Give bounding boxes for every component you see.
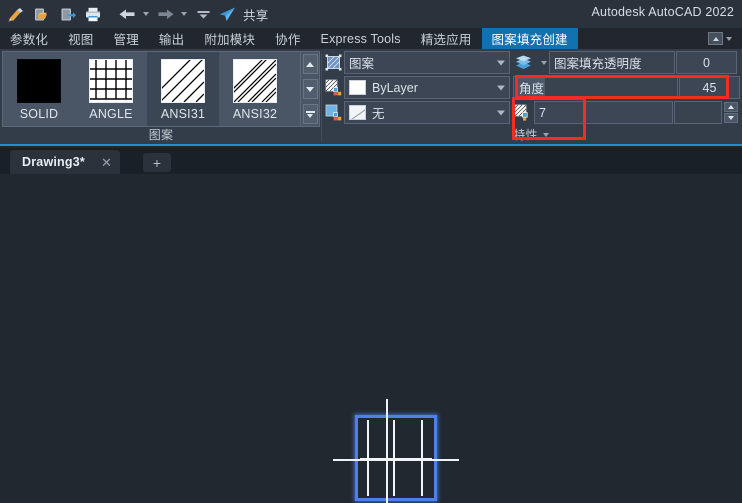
transparency-dropdown-icon[interactable]	[538, 51, 549, 74]
background-color-chip	[349, 105, 366, 120]
properties-row-color: ByLayer 角度 45	[322, 76, 740, 99]
properties-panel: 图案 图案填充透明度 0 ByLayer 角度 45 无 7	[322, 51, 740, 127]
tab-view[interactable]: 视图	[58, 28, 103, 49]
hatch-type-icon	[322, 51, 344, 74]
tab-output[interactable]: 输出	[149, 28, 194, 49]
ansi31-pattern-icon	[161, 59, 205, 103]
hatch-color-value: ByLayer	[372, 80, 418, 95]
app-title: Autodesk AutoCAD 2022	[591, 5, 734, 19]
pattern-swatch-list: SOLID ANGLE ANSI31 ANSI32	[3, 52, 300, 126]
hatch-scale-decrease-button[interactable]	[724, 113, 738, 123]
title-bar: 共享 Autodesk AutoCAD 2022	[0, 0, 742, 28]
hatch-color-dropdown[interactable]: ByLayer	[344, 76, 510, 99]
properties-row-background: 无 7	[322, 101, 740, 124]
pattern-expand-gallery-button[interactable]	[302, 104, 318, 124]
crosshair-vertical	[386, 399, 388, 503]
crosshair-horizontal	[333, 459, 459, 461]
pattern-swatch-angle[interactable]: ANGLE	[75, 52, 147, 126]
open-drawing-icon[interactable]	[28, 2, 54, 26]
tab-collaborate[interactable]: 协作	[265, 28, 310, 49]
pattern-scroll-up-button[interactable]	[302, 54, 318, 74]
minimize-ribbon-icon	[708, 32, 723, 45]
ribbon-panels: SOLID ANGLE ANSI31 ANSI32 图案 图案填充透明度 0 B…	[0, 49, 742, 146]
ansi32-pattern-icon	[233, 59, 277, 103]
hatch-type-dropdown[interactable]: 图案	[344, 51, 510, 74]
chevron-down-icon	[497, 85, 505, 90]
tab-strip-spacer	[578, 28, 702, 49]
hatch-scale-input[interactable]: 7	[534, 101, 673, 124]
hatch-scale-icon	[510, 101, 534, 124]
properties-row-type: 图案 图案填充透明度 0	[322, 51, 740, 74]
drawing-canvas[interactable]	[0, 174, 742, 503]
tab-manage[interactable]: 管理	[104, 28, 149, 49]
solid-pattern-icon	[17, 59, 61, 103]
share-label[interactable]: 共享	[243, 5, 269, 24]
hatch-scale-spacer	[674, 101, 722, 124]
new-document-tab-button[interactable]: +	[143, 153, 171, 172]
pattern-swatch-ansi32[interactable]: ANSI32	[219, 52, 291, 126]
pattern-swatch-label: ANGLE	[89, 107, 133, 121]
document-tab-bar: Drawing3* ✕ +	[0, 148, 742, 174]
ribbon-tab-strip: 参数化 视图 管理 输出 附加模块 协作 Express Tools 精选应用 …	[0, 28, 742, 49]
properties-panel-title: 特性	[513, 128, 538, 142]
new-drawing-icon[interactable]	[2, 2, 28, 26]
redo-dropdown-icon[interactable]	[178, 2, 190, 26]
chevron-down-icon	[497, 60, 505, 65]
pattern-swatch-solid[interactable]: SOLID	[3, 52, 75, 126]
pattern-swatch-label: SOLID	[19, 107, 59, 121]
chevron-down-icon	[497, 110, 505, 115]
angle-label-box: 角度	[513, 76, 678, 99]
angle-pattern-icon	[89, 59, 133, 103]
redo-icon[interactable]	[152, 2, 178, 26]
undo-dropdown-icon[interactable]	[140, 2, 152, 26]
pattern-scroll-down-button[interactable]	[302, 79, 318, 99]
properties-panel-title-wrap: 特性	[322, 126, 740, 143]
tab-hatch-creation[interactable]: 图案填充创建	[481, 28, 578, 49]
pattern-swatch-label: ANSI32	[232, 107, 278, 121]
pattern-panel: SOLID ANGLE ANSI31 ANSI32	[2, 51, 320, 127]
background-color-icon	[322, 101, 344, 124]
hatch-scale-value: 7	[539, 105, 546, 120]
undo-icon[interactable]	[114, 2, 140, 26]
document-tab-drawing3[interactable]: Drawing3* ✕	[10, 150, 120, 174]
transparency-value-box[interactable]: 0	[676, 51, 737, 74]
pattern-panel-title: 图案	[148, 128, 174, 142]
share-icon[interactable]	[216, 2, 238, 26]
hatch-scale-increase-button[interactable]	[724, 102, 738, 112]
transparency-layers-icon[interactable]	[510, 51, 538, 74]
angle-label: 角度	[518, 78, 546, 97]
pattern-scrollbar[interactable]	[300, 52, 319, 126]
hatch-type-value: 图案	[349, 57, 375, 71]
background-color-dropdown[interactable]: 无	[344, 101, 510, 124]
pattern-swatch-ansi31[interactable]: ANSI31	[147, 52, 219, 126]
print-icon[interactable]	[80, 2, 106, 26]
hatch-color-icon	[322, 76, 344, 99]
tab-express-tools[interactable]: Express Tools	[311, 28, 411, 49]
hatch-scale-stepper[interactable]	[724, 101, 738, 124]
tab-parametric[interactable]: 参数化	[0, 28, 58, 49]
hatch-color-chip	[349, 80, 366, 95]
transparency-label: 图案填充透明度	[554, 57, 642, 71]
ribbon-options-chevron-icon	[726, 36, 732, 41]
properties-panel-expand-icon[interactable]	[542, 132, 549, 137]
quick-access-toolbar: 共享	[0, 0, 269, 28]
background-color-value: 无	[372, 107, 385, 121]
pattern-swatch-label: ANSI31	[160, 107, 206, 121]
customize-qat-icon[interactable]	[190, 2, 216, 26]
save-drawing-icon[interactable]	[54, 2, 80, 26]
document-tab-label: Drawing3*	[22, 155, 85, 169]
selected-rectangle-object[interactable]	[333, 399, 459, 503]
angle-value-box[interactable]: 45	[679, 76, 740, 99]
transparency-value: 0	[703, 55, 710, 70]
tab-featured-apps[interactable]: 精选应用	[411, 28, 482, 49]
autocad-window: 共享 Autodesk AutoCAD 2022 参数化 视图 管理 输出 附加…	[0, 0, 742, 503]
transparency-label-box: 图案填充透明度	[549, 51, 675, 74]
tab-addins[interactable]: 附加模块	[194, 28, 265, 49]
minimize-ribbon-button[interactable]	[702, 28, 738, 49]
angle-value: 45	[702, 80, 717, 95]
close-icon[interactable]: ✕	[101, 156, 112, 169]
